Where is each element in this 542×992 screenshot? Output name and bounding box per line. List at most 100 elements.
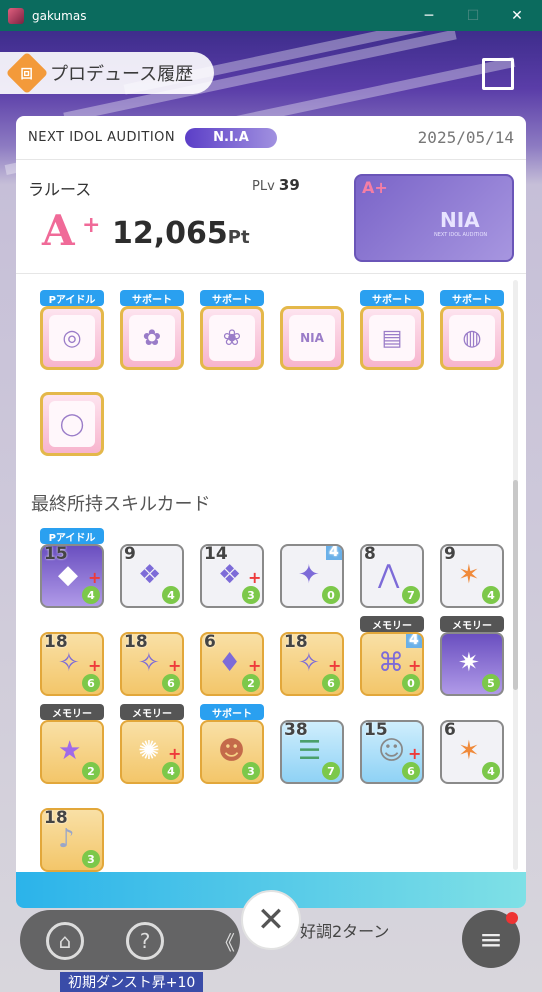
skill-tag: Pアイドル <box>40 528 104 544</box>
skill-tag: メモリー <box>360 616 424 632</box>
history-icon: 回 <box>5 51 49 95</box>
window-close-button[interactable]: ✕ <box>494 0 540 31</box>
skill-cost: 9 <box>124 544 136 564</box>
skill-card[interactable]: 4 ✦ 0 <box>280 544 344 608</box>
skill-foot: 7 <box>322 762 340 780</box>
skill-art-icon: ✺ <box>138 736 160 766</box>
item-card[interactable]: ▤ <box>360 306 424 370</box>
card-header: NEXT IDOL AUDITION N.I.A 2025/05/14 <box>16 116 526 160</box>
minimize-button[interactable]: ─ <box>406 0 452 31</box>
skill-foot: 3 <box>242 586 260 604</box>
nia-banner: A+ NIA NEXT IDOL AUDITION <box>354 174 514 262</box>
skill-foot: 6 <box>322 674 340 692</box>
skill-art-icon: ❖ <box>138 560 162 590</box>
skill-art-icon: ✧ <box>58 648 80 678</box>
item-card[interactable]: ❀ <box>200 306 264 370</box>
skill-foot: 6 <box>162 674 180 692</box>
item-card[interactable]: ✿ <box>120 306 184 370</box>
skill-foot: 2 <box>242 674 260 692</box>
skill-foot: 3 <box>82 850 100 868</box>
item-icon: ◯ <box>49 401 95 447</box>
produce-history-card: NEXT IDOL AUDITION N.I.A 2025/05/14 ラルース… <box>16 116 526 908</box>
skill-plus: + <box>168 656 182 675</box>
skill-card[interactable]: 18 ✧ +6 <box>40 632 104 696</box>
background-status-text: 好調2ターン <box>300 922 390 941</box>
skill-art-icon: ⋀ <box>378 560 400 590</box>
skill-card[interactable]: 6 ✶ 4 <box>440 720 504 784</box>
skill-card[interactable]: 18 ✧ +6 <box>280 632 344 696</box>
skill-foot: 6 <box>402 762 420 780</box>
result-summary: ラルース PLv 39 A + 12,065Pt A+ NIA NEXT IDOL… <box>16 160 526 274</box>
item-tag: サポート <box>440 290 504 306</box>
skill-art-icon: ★ <box>58 736 82 766</box>
skill-foot: 7 <box>402 586 420 604</box>
history-scroll-area[interactable]: Pアイドル ◎ サポート ✿ サポート ❀ NIA サポート ▤ サポート ◍ … <box>16 276 526 872</box>
points-unit: Pt <box>227 227 250 248</box>
skill-card[interactable]: ★ 2 <box>40 720 104 784</box>
skill-art-icon: ✧ <box>138 648 160 678</box>
skill-card[interactable]: 9 ❖ 4 <box>120 544 184 608</box>
skill-cost: 8 <box>364 544 376 564</box>
rank-letter: A <box>42 206 75 255</box>
fullscreen-icon[interactable] <box>482 58 514 90</box>
notification-dot <box>506 912 518 924</box>
skill-card[interactable]: 38 ☰ 7 <box>280 720 344 784</box>
skill-art-icon: ✧ <box>298 648 320 678</box>
skill-card[interactable]: 18 ✧ +6 <box>120 632 184 696</box>
scrollbar[interactable] <box>513 280 518 870</box>
skill-card[interactable]: 15 ◆ +4 <box>40 544 104 608</box>
skill-section-title: 最終所持スキルカード <box>31 494 211 515</box>
item-tag: Pアイドル <box>40 290 104 306</box>
skill-tag: メモリー <box>40 704 104 720</box>
skill-foot: 5 <box>482 674 500 692</box>
back-icon[interactable]: 《 <box>206 922 244 960</box>
item-card[interactable]: ◍ <box>440 306 504 370</box>
skill-foot: 0 <box>322 586 340 604</box>
skill-foot: 4 <box>162 586 180 604</box>
skill-art-icon: ◆ <box>58 560 78 590</box>
help-icon[interactable]: ? <box>126 922 164 960</box>
skill-card[interactable]: 14 ❖ +3 <box>200 544 264 608</box>
item-icon: NIA <box>289 315 335 361</box>
history-date: 2025/05/14 <box>417 128 514 147</box>
window-title: gakumas <box>32 8 87 23</box>
home-icon[interactable]: ⌂ <box>46 922 84 960</box>
skill-card[interactable]: 15 ☺ +6 <box>360 720 424 784</box>
skill-art-icon: ♪ <box>58 824 75 854</box>
skill-foot: 4 <box>482 762 500 780</box>
item-icon: ❀ <box>209 315 255 361</box>
item-tag: サポート <box>200 290 264 306</box>
rank-plus: + <box>82 212 101 238</box>
skill-card[interactable]: ✷ 5 <box>440 632 504 696</box>
item-icon: ▤ <box>369 315 415 361</box>
maximize-button[interactable]: ☐ <box>450 0 496 31</box>
item-card[interactable]: NIA <box>280 306 344 370</box>
skill-art-icon: ✶ <box>458 560 480 590</box>
skill-card[interactable]: ☻ 3 <box>200 720 264 784</box>
skill-foot: 3 <box>242 762 260 780</box>
window-titlebar: gakumas ─ ☐ ✕ <box>0 0 542 31</box>
skill-card[interactable]: ✺ +4 <box>120 720 184 784</box>
skill-plus: + <box>408 656 422 675</box>
history-icon-text: 回 <box>20 66 34 81</box>
page-title: プロデュース履歴 <box>50 64 194 85</box>
plv-display: PLv 39 <box>252 176 300 194</box>
skill-plus: + <box>248 656 262 675</box>
audition-label: NEXT IDOL AUDITION <box>28 130 176 145</box>
skill-art-icon: ⌘ <box>378 648 404 678</box>
skill-card[interactable]: 6 ♦ +2 <box>200 632 264 696</box>
skill-foot: 4 <box>482 586 500 604</box>
skill-art-icon: ❖ <box>218 560 242 590</box>
skill-art-icon: ☺ <box>378 736 406 766</box>
background-status-text-2: 初期ダンスト昇+10 <box>60 972 204 992</box>
skill-plus: + <box>408 744 422 763</box>
skill-art-icon: ♦ <box>218 648 242 678</box>
skill-card[interactable]: 4 ⌘ +0 <box>360 632 424 696</box>
skill-card[interactable]: 9 ✶ 4 <box>440 544 504 608</box>
scrollbar-thumb[interactable] <box>513 480 518 690</box>
skill-card[interactable]: 18 ♪ 3 <box>40 808 104 872</box>
skill-card[interactable]: 8 ⋀ 7 <box>360 544 424 608</box>
close-button[interactable]: ✕ <box>241 890 301 950</box>
item-card[interactable]: ◯ <box>40 392 104 456</box>
item-card[interactable]: ◎ <box>40 306 104 370</box>
